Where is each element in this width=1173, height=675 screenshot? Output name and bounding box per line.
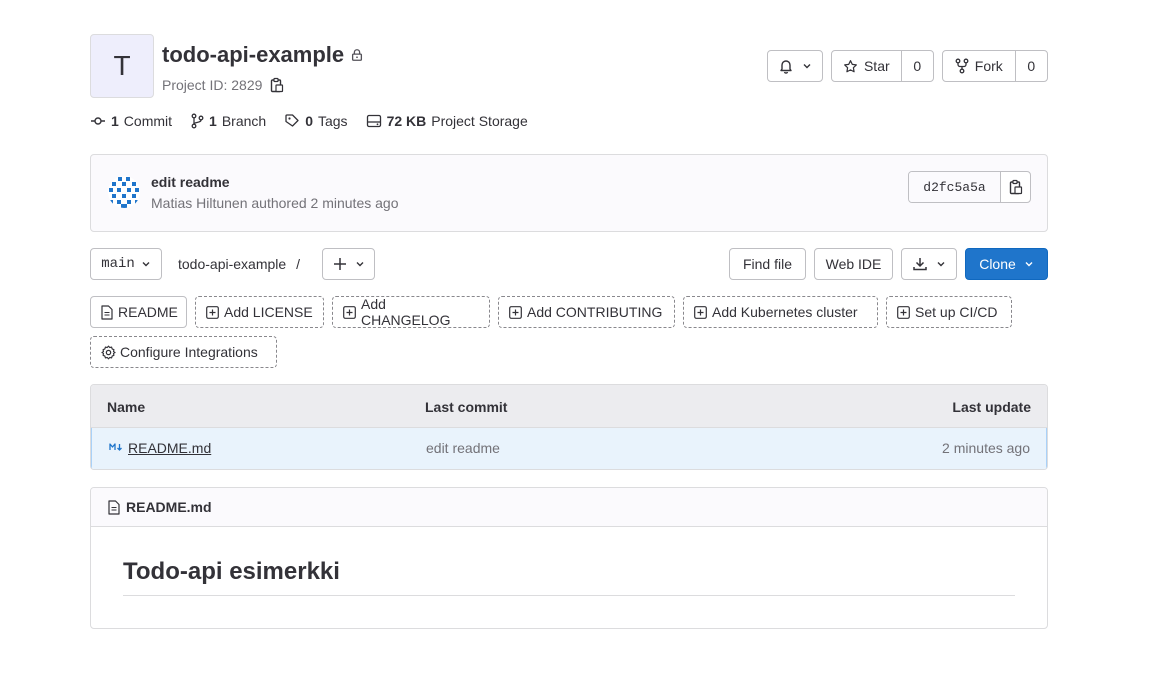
clone-button[interactable]: Clone	[965, 248, 1048, 280]
copy-project-id-icon[interactable]	[270, 77, 284, 93]
breadcrumb-project[interactable]: todo-api-example	[178, 256, 286, 272]
project-avatar: T	[90, 34, 154, 98]
column-last-update: Last update	[952, 399, 1031, 415]
tags-count: 0	[305, 113, 313, 129]
project-id: Project ID: 2829	[162, 77, 284, 93]
storage-stat[interactable]: 72 KB Project Storage	[366, 113, 528, 129]
branch-name: main	[101, 256, 135, 272]
file-icon	[101, 304, 113, 320]
find-file-button[interactable]: Find file	[729, 248, 806, 280]
storage-size: 72 KB	[386, 113, 427, 129]
file-last-update: 2 minutes ago	[942, 440, 1030, 456]
fork-label: Fork	[974, 58, 1003, 74]
readme-heading-divider	[123, 595, 1015, 596]
chevron-down-icon	[141, 259, 151, 269]
setup-cicd-label: Set up CI/CD	[915, 304, 998, 320]
fork-group: Fork 0	[942, 50, 1048, 82]
chevron-down-icon	[355, 259, 365, 269]
column-name: Name	[107, 399, 146, 415]
plus-square-icon	[509, 305, 522, 319]
project-title: todo-api-example	[162, 42, 364, 68]
commit-title[interactable]: edit readme	[151, 174, 230, 190]
markdown-icon	[109, 442, 123, 452]
plus-square-icon	[343, 305, 356, 319]
commits-count: 1	[111, 113, 119, 129]
setup-cicd-button[interactable]: Set up CI/CD	[886, 296, 1012, 328]
commit-sha-group: d2fc5a5a	[908, 171, 1031, 203]
file-last-commit[interactable]: edit readme	[426, 440, 500, 456]
configure-integrations-label: Configure Integrations	[120, 344, 258, 360]
column-last-commit: Last commit	[425, 399, 508, 415]
readme-header: README.md	[91, 488, 1047, 527]
readme-button-label: README	[118, 304, 178, 320]
add-license-button[interactable]: Add LICENSE	[195, 296, 324, 328]
commits-stat[interactable]: 1 Commit	[90, 113, 172, 129]
bell-icon	[778, 58, 794, 74]
commit-sha[interactable]: d2fc5a5a	[909, 172, 1000, 202]
file-name-link[interactable]: README.md	[128, 440, 211, 456]
author-avatar[interactable]	[108, 176, 140, 208]
fork-button[interactable]: Fork	[943, 51, 1015, 81]
star-icon	[843, 59, 858, 74]
clone-label: Clone	[979, 256, 1016, 272]
star-button[interactable]: Star	[832, 51, 901, 81]
branches-count: 1	[209, 113, 217, 129]
chevron-down-icon	[1024, 259, 1034, 269]
fork-icon	[955, 58, 969, 74]
file-icon	[108, 499, 120, 515]
table-header: Name Last commit Last update	[91, 385, 1047, 428]
chevron-down-icon	[802, 61, 812, 71]
notifications-button[interactable]	[767, 50, 823, 82]
branches-label: Branch	[221, 113, 267, 129]
readme-filename[interactable]: README.md	[126, 499, 212, 515]
tags-label: Tags	[317, 113, 348, 129]
storage-icon	[366, 113, 382, 129]
readme-heading: Todo-api esimerkki	[123, 558, 340, 585]
add-contributing-button[interactable]: Add CONTRIBUTING	[498, 296, 675, 328]
plus-icon	[333, 257, 347, 271]
plus-square-icon	[897, 305, 910, 319]
breadcrumb: todo-api-example /	[178, 256, 300, 272]
download-button[interactable]	[901, 248, 957, 280]
lock-icon	[350, 48, 364, 62]
branches-stat[interactable]: 1 Branch	[190, 113, 266, 129]
commit-icon	[90, 113, 106, 129]
tags-stat[interactable]: 0 Tags	[284, 113, 348, 129]
project-avatar-letter: T	[113, 50, 131, 81]
fork-count[interactable]: 0	[1014, 51, 1047, 81]
add-changelog-button[interactable]: Add CHANGELOG	[332, 296, 490, 328]
last-commit-panel: edit readme Matias Hiltunen authored 2 m…	[90, 154, 1048, 232]
star-label: Star	[863, 58, 890, 74]
breadcrumb-separator: /	[296, 256, 300, 272]
commit-author-line: Matias Hiltunen authored 2 minutes ago	[151, 195, 399, 211]
branch-icon	[190, 113, 204, 129]
project-name[interactable]: todo-api-example	[162, 42, 344, 68]
readme-button[interactable]: README	[90, 296, 187, 328]
readme-panel: README.md Todo-api esimerkki	[90, 487, 1048, 629]
file-table: Name Last commit Last update README.md e…	[90, 384, 1048, 470]
chevron-down-icon	[936, 259, 946, 269]
commits-label: Commit	[123, 113, 173, 129]
configure-integrations-button[interactable]: Configure Integrations	[90, 336, 277, 368]
star-group: Star 0	[831, 50, 934, 82]
project-id-label: Project ID: 2829	[162, 77, 263, 93]
star-count[interactable]: 0	[900, 51, 933, 81]
storage-label: Project Storage	[431, 113, 528, 129]
add-contributing-label: Add CONTRIBUTING	[527, 304, 663, 320]
plus-square-icon	[694, 305, 707, 319]
copy-sha-icon[interactable]	[1000, 172, 1030, 202]
add-kubernetes-cluster-button[interactable]: Add Kubernetes cluster	[683, 296, 878, 328]
web-ide-button[interactable]: Web IDE	[814, 248, 893, 280]
tag-icon	[284, 113, 300, 129]
add-license-label: Add LICENSE	[224, 304, 313, 320]
table-row[interactable]: README.md edit readme 2 minutes ago	[91, 428, 1047, 469]
add-to-tree-button[interactable]	[322, 248, 375, 280]
add-kubernetes-cluster-label: Add Kubernetes cluster	[712, 304, 858, 320]
plus-square-icon	[206, 305, 219, 319]
add-changelog-label: Add CHANGELOG	[361, 296, 451, 328]
gear-icon	[101, 345, 116, 360]
download-icon	[912, 256, 928, 272]
project-stats: 1 Commit 1 Branch 0 Tags 72 KB Project S…	[90, 113, 528, 129]
branch-selector[interactable]: main	[90, 248, 162, 280]
